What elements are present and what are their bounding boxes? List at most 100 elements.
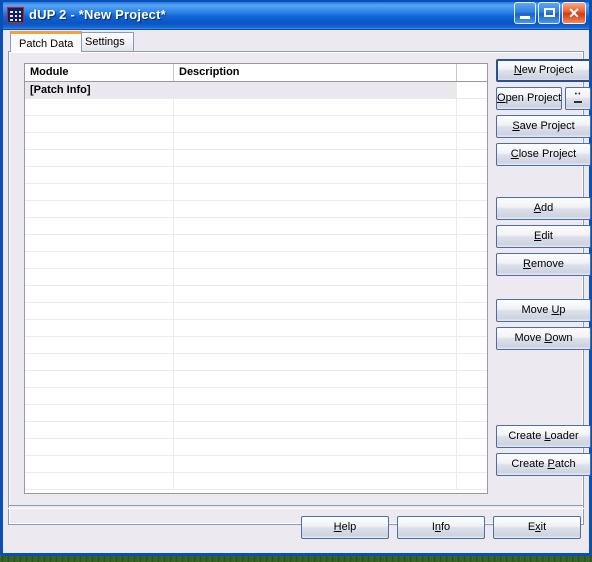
cell-description [174,354,457,370]
list-header: Module Description [25,64,487,82]
cell-module [25,184,174,200]
table-row-empty[interactable] [25,354,487,371]
edit-button[interactable]: Edit [496,225,591,248]
cell-extra [457,116,487,132]
cell-description [174,286,457,302]
cell-module [25,473,174,489]
table-row-empty[interactable] [25,99,487,116]
move-up-button[interactable]: Move Up [496,299,591,322]
open-project-menu-button[interactable]: •• [565,87,591,110]
cell-description [174,99,457,115]
title-bar[interactable]: dUP 2 - *New Project* ✕ [3,0,589,30]
module-list[interactable]: Module Description [Patch Info] [24,63,488,494]
cell-extra [457,456,487,472]
cell-description [174,473,457,489]
cell-extra [457,269,487,285]
column-header-description[interactable]: Description [174,64,457,81]
close-button[interactable]: ✕ [562,2,586,24]
table-row-empty[interactable] [25,133,487,150]
cell-extra [457,184,487,200]
window-title: dUP 2 - *New Project* [29,7,166,22]
cell-description [174,303,457,319]
table-row-empty[interactable] [25,337,487,354]
new-project-button[interactable]: New Project [496,59,591,82]
table-row-empty[interactable] [25,235,487,252]
table-row-empty[interactable] [25,473,487,490]
cell-module [25,167,174,183]
table-row-empty[interactable] [25,320,487,337]
cell-module [25,388,174,404]
cell-module [25,354,174,370]
move-down-label: Move Down [514,332,573,344]
info-button[interactable]: Info [397,516,485,539]
cell-extra [457,388,487,404]
cell-module [25,337,174,353]
table-row-empty[interactable] [25,456,487,473]
open-project-button[interactable]: Open Project [496,87,563,110]
table-row-empty[interactable] [25,116,487,133]
table-row-empty[interactable] [25,388,487,405]
create-loader-button[interactable]: Create Loader [496,425,591,448]
create-patch-label: Create Patch [511,458,576,470]
save-project-button[interactable]: Save Project [496,115,591,138]
bottom-bar: Help Info Exit [8,505,584,549]
cell-description [174,150,457,166]
column-header-extra[interactable] [457,64,487,81]
table-row-empty[interactable] [25,150,487,167]
table-row-empty[interactable] [25,405,487,422]
close-project-button[interactable]: Close Project [496,143,591,166]
table-row-empty[interactable] [25,252,487,269]
table-row-empty[interactable] [25,218,487,235]
cell-extra [457,286,487,302]
cell-module [25,133,174,149]
remove-button[interactable]: Remove [496,253,591,276]
cell-module [25,405,174,421]
table-row-empty[interactable] [25,303,487,320]
open-project-label: Open Project [497,92,562,104]
move-down-button[interactable]: Move Down [496,327,591,350]
help-button[interactable]: Help [301,516,389,539]
tab-settings[interactable]: Settings [76,32,134,51]
table-row-empty[interactable] [25,167,487,184]
table-row-empty[interactable] [25,269,487,286]
add-button[interactable]: Add [496,197,591,220]
table-row-empty[interactable] [25,422,487,439]
cell-extra [457,371,487,387]
table-row-empty[interactable] [25,286,487,303]
cell-module [25,218,174,234]
exit-button[interactable]: Exit [493,516,581,539]
table-row-empty[interactable] [25,201,487,218]
cell-description [174,133,457,149]
close-project-label: Close Project [510,148,577,160]
cell-extra [457,473,487,489]
table-row[interactable]: [Patch Info] [25,82,487,99]
table-row-empty[interactable] [25,184,487,201]
exit-label: Exit [527,521,547,533]
cell-description [174,184,457,200]
cell-extra [457,252,487,268]
tab-patch-data-label: Patch Data [19,38,74,50]
application-window: dUP 2 - *New Project* ✕ Patch Data Setti… [0,0,592,556]
cell-extra [457,405,487,421]
table-row-empty[interactable] [25,439,487,456]
cell-description [174,405,457,421]
column-header-module[interactable]: Module [25,64,174,81]
table-row-empty[interactable] [25,371,487,388]
open-project-row: Open Project •• [496,87,591,110]
cell-description [174,337,457,353]
cell-extra [457,82,487,98]
ellipsis-icon: •• [574,91,582,98]
cell-description [174,201,457,217]
cell-description [174,388,457,404]
cell-description [174,371,457,387]
cell-description [174,320,457,336]
minimize-button[interactable] [514,2,536,24]
maximize-button[interactable] [538,2,560,24]
dup-app-icon [7,6,24,23]
cell-description [174,269,457,285]
tab-patch-data[interactable]: Patch Data [10,31,83,52]
action-button-panel: New Project Open Project •• Save Project… [496,59,591,481]
create-patch-button[interactable]: Create Patch [496,453,591,476]
